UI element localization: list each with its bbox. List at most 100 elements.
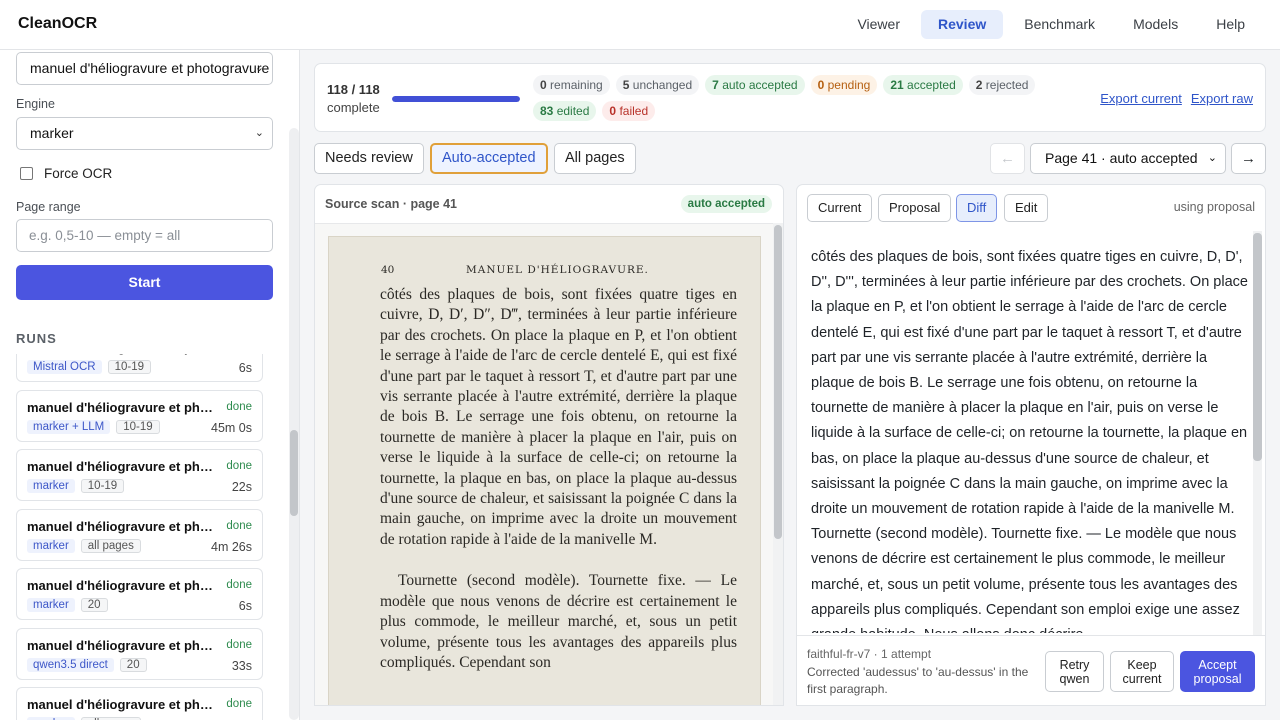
source-panel: Source scan · page 41 auto accepted 40 M… <box>314 184 784 706</box>
count-badge-label: remaining <box>550 78 603 92</box>
run-title: manuel d'héliogravure et photogravure <box>27 518 219 534</box>
run-tags: Mistral OCR 10-19 <box>27 360 152 374</box>
count-badge-label: accepted <box>907 78 956 92</box>
engine-select-value: marker <box>30 125 74 141</box>
run-card[interactable]: manuel d'héliogravure et photogravuredon… <box>16 568 263 620</box>
start-button[interactable]: Start <box>16 265 273 300</box>
count-badge: 0 remaining <box>533 75 610 95</box>
run-title: manuel d'héliogravure et photogravure <box>27 399 219 415</box>
count-badge-number: 7 <box>712 78 719 92</box>
proposal-note: Corrected 'audessus' to 'au-dessus' in t… <box>807 665 1029 696</box>
run-status: done <box>226 400 252 413</box>
run-title: manuel d'héliogravure et photogravure <box>27 578 219 593</box>
tab-diff[interactable]: Diff <box>956 194 998 222</box>
count-badge: 7 auto accepted <box>705 75 805 95</box>
force-ocr-label[interactable]: Force OCR <box>44 166 112 181</box>
scan-page-number: 40 <box>381 264 395 276</box>
count-badge-number: 21 <box>890 78 904 92</box>
count-badge-label: edited <box>556 104 590 118</box>
run-duration: 6s <box>238 361 252 375</box>
run-card[interactable]: manuel d'héliogravure et photogravuredon… <box>16 354 263 382</box>
arrow-right-icon: → <box>1241 150 1256 167</box>
nav-review[interactable]: Review <box>921 10 1004 39</box>
run-card[interactable]: manuel d'héliogravure et photogravure don… <box>16 389 263 442</box>
page-select[interactable]: Page 41 · auto accepted ⌄ <box>1030 143 1226 174</box>
tab-edit[interactable]: Edit <box>1004 194 1049 222</box>
run-duration: 6s <box>238 599 252 613</box>
proposal-meta: faithful-fr-v7 · 1 attempt <box>807 647 932 661</box>
count-badge-label: failed <box>619 104 649 118</box>
scan-scrollbar[interactable] <box>773 223 783 705</box>
progress-panel: 118 / 118 complete 0 remaining 5 unchange… <box>314 63 1266 132</box>
filter-auto-accepted[interactable]: Auto-accepted <box>430 143 548 174</box>
app-title: CleanOCR <box>18 15 98 32</box>
run-card[interactable]: manuel d'héliogravure et photogravuredon… <box>16 508 263 561</box>
count-badge-number: 0 <box>817 78 825 92</box>
page-range-label: Page range <box>16 200 81 214</box>
progress-bar-fill <box>392 96 520 102</box>
runs-heading: RUNS <box>16 331 57 346</box>
run-status: done <box>226 460 252 472</box>
engine-label: Engine <box>16 97 55 111</box>
sidebar-scrollbar-thumb[interactable] <box>290 430 298 516</box>
editor-scrollbar[interactable] <box>1253 231 1262 635</box>
run-engine-tag: marker <box>27 538 75 553</box>
export-raw-link[interactable]: Export raw <box>1191 91 1253 106</box>
run-card[interactable]: manuel d'héliogravure et photogravuredon… <box>16 449 263 501</box>
scan-viewer[interactable]: 40 MANUEL D'HÉLIOGRAVURE. côtés des plaq… <box>315 223 783 705</box>
runs-list[interactable]: manuel d'héliogravure et photogravure don… <box>16 354 263 720</box>
run-range-tag: 10-19 <box>107 360 152 374</box>
chevron-down-icon: ⌄ <box>254 62 264 74</box>
force-ocr-checkbox[interactable] <box>20 167 33 180</box>
nav-models[interactable]: Models <box>1116 10 1195 39</box>
nav-help[interactable]: Help <box>1199 10 1262 39</box>
filter-needs-review[interactable]: Needs review <box>314 143 424 174</box>
count-badge-label: auto accepted <box>722 78 798 92</box>
run-duration: 45m 0s <box>211 420 252 435</box>
scan-image: 40 MANUEL D'HÉLIOGRAVURE. côtés des plaq… <box>329 237 760 705</box>
run-card[interactable]: manuel d'héliogravure et photogravuredon… <box>16 687 263 720</box>
page-range-input[interactable] <box>16 219 273 252</box>
scan-text: côtés des plaques de bois, sont fixées q… <box>380 285 737 673</box>
filter-all-pages[interactable]: All pages <box>554 143 636 174</box>
top-bar: CleanOCR Viewer Review Benchmark Models … <box>0 0 1280 50</box>
using-label: using proposal <box>1173 200 1255 214</box>
count-badge: 0 failed <box>602 101 656 121</box>
run-tags: marker all pages <box>27 538 141 553</box>
next-page-button[interactable]: → <box>1231 143 1266 174</box>
prev-page-button[interactable]: ← <box>990 143 1025 174</box>
run-engine-tag: marker + LLM <box>27 419 111 434</box>
document-select[interactable]: manuel d'héliogravure et photogravure ⌄ <box>16 52 273 85</box>
nav-viewer[interactable]: Viewer <box>840 10 917 39</box>
document-select-value: manuel d'héliogravure et photogravure <box>30 60 270 76</box>
run-range-tag: 10-19 <box>116 419 160 434</box>
run-duration: 33s <box>231 658 252 673</box>
count-badge: 83 edited <box>533 101 597 121</box>
editor-footer: faithful-fr-v7 · 1 attempt Corrected 'au… <box>797 635 1265 705</box>
editor-scrollbar-thumb[interactable] <box>1253 233 1262 461</box>
run-card[interactable]: manuel d'héliogravure et photogravuredon… <box>16 627 263 680</box>
tab-current[interactable]: Current <box>807 194 873 222</box>
run-range-tag: 20 <box>80 598 108 612</box>
export-current-link[interactable]: Export current <box>1100 91 1182 106</box>
scan-scrollbar-thumb[interactable] <box>774 225 782 539</box>
scan-running-head: MANUEL D'HÉLIOGRAVURE. <box>466 264 649 276</box>
status-badge: auto accepted <box>680 195 772 213</box>
run-duration: 4m 26s <box>211 539 252 554</box>
proposal-text[interactable]: côtés des plaques de bois, sont fixées q… <box>811 245 1248 633</box>
status-badges: 0 remaining 5 unchanged 7 auto accepted 0 p… <box>533 75 1053 121</box>
run-engine-tag: marker <box>27 479 75 493</box>
run-engine-tag: qwen3.5 direct <box>27 657 114 672</box>
accept-proposal-button[interactable]: Accept proposal <box>1180 651 1255 692</box>
arrow-left-icon: ← <box>1000 150 1015 167</box>
sidebar-scrollbar[interactable] <box>289 128 299 720</box>
keep-current-button[interactable]: Keep current <box>1110 651 1174 692</box>
tab-proposal[interactable]: Proposal <box>878 194 952 222</box>
run-tags: marker 20 <box>27 598 108 612</box>
main-nav: Viewer Review Benchmark Models Help <box>840 10 1262 39</box>
count-badge-number: 5 <box>622 78 630 92</box>
nav-benchmark[interactable]: Benchmark <box>1007 10 1112 39</box>
engine-select[interactable]: marker ⌄ <box>16 117 273 150</box>
retry-qwen-button[interactable]: Retry qwen <box>1045 651 1104 692</box>
page-select-value: Page 41 · auto accepted <box>1045 150 1198 166</box>
